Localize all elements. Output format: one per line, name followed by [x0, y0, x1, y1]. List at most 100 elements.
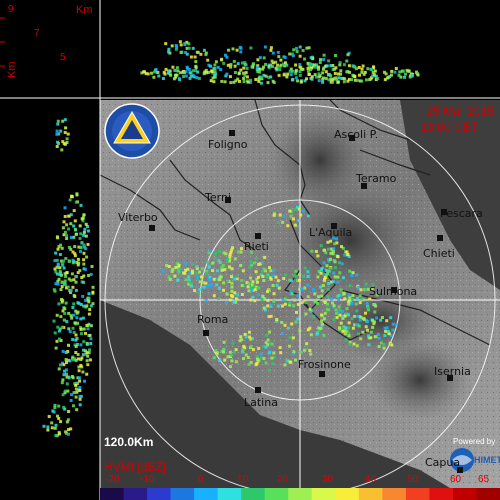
city-label: Isernia	[434, 365, 471, 378]
echo-pixel	[319, 244, 323, 248]
echo-pixel	[325, 264, 329, 268]
echo-pixel	[280, 304, 284, 308]
scale-tick-label: 65	[478, 474, 490, 485]
echo-pixel	[214, 72, 217, 76]
echo-pixel	[72, 209, 76, 213]
echo-pixel	[317, 72, 321, 76]
echo-pixel	[70, 272, 74, 276]
echo-pixel	[283, 55, 287, 59]
echo-pixel	[62, 259, 65, 263]
echo-pixel	[317, 75, 321, 79]
echo-pixel	[208, 278, 211, 282]
echo-pixel	[398, 70, 402, 74]
echo-pixel	[56, 247, 60, 251]
echo-pixel	[194, 65, 198, 69]
echo-pixel	[322, 317, 326, 321]
echo-pixel	[279, 351, 283, 355]
echo-pixel	[364, 78, 368, 82]
echo-pixel	[296, 303, 300, 306]
echo-pixel	[56, 325, 60, 329]
echo-pixel	[263, 45, 267, 49]
echo-pixel	[73, 219, 77, 223]
echo-pixel	[384, 72, 388, 76]
echo-pixel	[65, 368, 68, 372]
echo-pixel	[305, 77, 308, 81]
echo-pixel	[163, 72, 167, 76]
echo-pixel	[207, 265, 211, 269]
echo-pixel	[161, 77, 165, 80]
echo-pixel	[58, 273, 62, 277]
echo-pixel	[332, 304, 336, 308]
echo-pixel	[79, 343, 83, 347]
echo-pixel	[83, 267, 87, 271]
echo-pixel	[264, 345, 268, 349]
echo-pixel	[46, 428, 50, 432]
echo-pixel	[278, 346, 282, 350]
echo-pixel	[88, 308, 92, 311]
echo-pixel	[63, 131, 67, 134]
echo-pixel	[277, 286, 281, 290]
echo-pixel	[62, 363, 66, 367]
echo-pixel	[337, 305, 341, 309]
echo-pixel	[65, 234, 69, 238]
echo-pixel	[84, 222, 88, 226]
echo-pixel	[324, 251, 328, 255]
echo-pixel	[78, 389, 82, 392]
echo-pixel	[292, 48, 296, 52]
echo-pixel	[245, 75, 249, 79]
echo-pixel	[264, 74, 268, 78]
echo-pixel	[233, 71, 237, 74]
echo-pixel	[67, 432, 70, 436]
echo-pixel	[56, 414, 59, 418]
echo-pixel	[262, 357, 266, 360]
echo-pixel	[350, 302, 354, 305]
echo-pixel	[82, 280, 86, 284]
echo-pixel	[240, 61, 244, 65]
echo-pixel	[305, 346, 309, 350]
echo-pixel	[272, 351, 276, 355]
echo-pixel	[336, 254, 340, 258]
echo-pixel	[157, 74, 161, 78]
echo-pixel	[69, 213, 73, 217]
echo-pixel	[199, 52, 203, 56]
echo-pixel	[184, 262, 188, 266]
echo-pixel	[266, 81, 270, 85]
echo-pixel	[256, 58, 260, 62]
echo-pixel	[250, 263, 254, 267]
echo-pixel	[193, 55, 197, 59]
echo-pixel	[335, 78, 339, 82]
echo-pixel	[175, 66, 179, 70]
echo-pixel	[372, 73, 376, 77]
echo-pixel	[196, 275, 200, 279]
echo-pixel	[179, 43, 183, 47]
echo-pixel	[294, 71, 298, 75]
echo-pixel	[87, 229, 90, 233]
echo-pixel	[358, 73, 361, 77]
echo-pixel	[241, 71, 245, 75]
echo-pixel	[57, 367, 61, 371]
echo-pixel	[63, 389, 67, 393]
echo-pixel	[249, 260, 253, 263]
mountain-shade	[270, 110, 370, 210]
echo-pixel	[320, 294, 324, 298]
echo-pixel	[327, 59, 331, 63]
echo-pixel	[226, 63, 230, 67]
echo-pixel	[221, 264, 225, 267]
echo-pixel	[272, 269, 276, 273]
echo-pixel	[317, 295, 321, 299]
echo-pixel	[312, 315, 316, 319]
scale-swatch	[382, 488, 407, 500]
scale-tick-label: 0	[198, 474, 204, 485]
echo-pixel	[345, 250, 349, 254]
echo-pixel	[223, 80, 227, 84]
echo-pixel	[54, 423, 58, 427]
echo-pixel	[259, 81, 263, 85]
echo-pixel	[269, 277, 273, 281]
echo-pixel	[63, 407, 67, 411]
echo-pixel	[313, 292, 317, 296]
echo-pixel	[202, 48, 206, 52]
echo-pixel	[209, 64, 213, 68]
echo-pixel	[401, 69, 405, 73]
echo-pixel	[303, 57, 307, 61]
echo-pixel	[56, 119, 60, 123]
